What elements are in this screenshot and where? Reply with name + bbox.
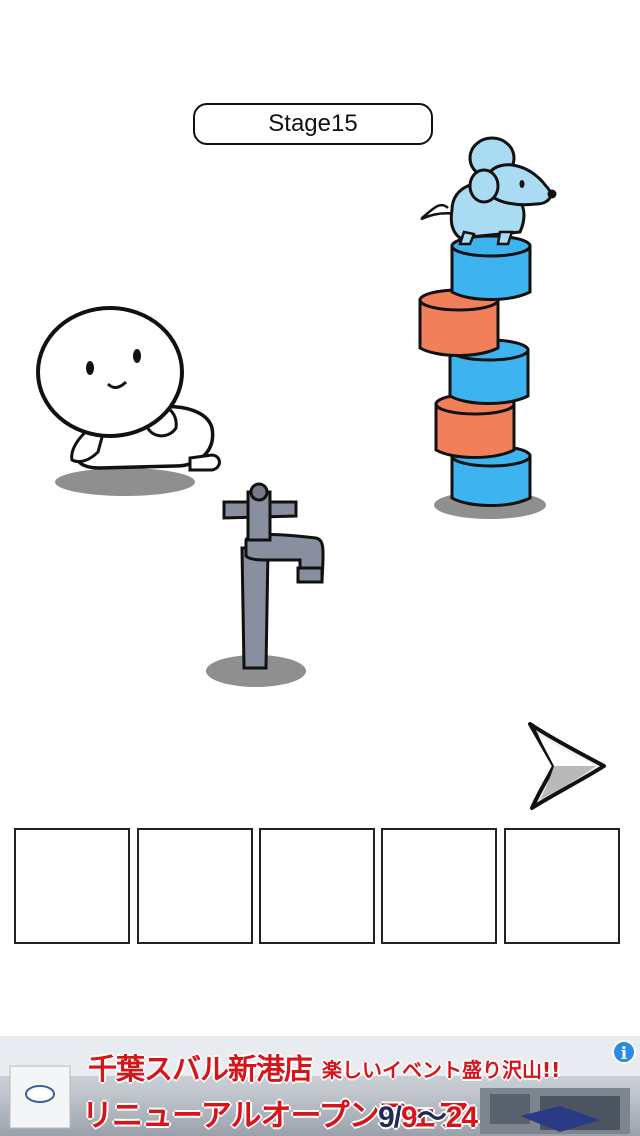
ghost-foot xyxy=(188,453,221,472)
ad-date-start: 9 xyxy=(401,1101,418,1134)
ad-info-icon[interactable]: i xyxy=(612,1040,636,1064)
mouse-character[interactable] xyxy=(420,136,557,246)
ad-banner[interactable]: 千葉スバル新港店 楽しいイベント盛り沢山!! リニューアルオープンフェア 9/9… xyxy=(0,1036,640,1136)
stacked-cups[interactable] xyxy=(418,234,546,519)
next-arrow-button[interactable] xyxy=(524,718,610,814)
ghost-eye-right xyxy=(133,349,141,363)
faucet-pipe xyxy=(240,546,270,670)
mouse-ear-front xyxy=(468,168,500,204)
mouse-nose xyxy=(547,189,557,199)
ad-headline-store: 千葉スバル新港店 xyxy=(88,1052,313,1086)
mouse-leg-front xyxy=(496,230,514,246)
brand-logo-icon xyxy=(25,1085,55,1103)
inventory-slot-3[interactable] xyxy=(259,828,375,944)
inventory-bar xyxy=(14,828,626,944)
faucet-tip xyxy=(296,566,324,584)
ad-date-range: 9/9〜24 xyxy=(378,1092,478,1136)
ad-date-end: 24 xyxy=(445,1101,478,1134)
water-faucet[interactable] xyxy=(206,482,325,687)
ad-headline-event: 楽しいイベント盛り沢山!! xyxy=(322,1058,561,1082)
ghost-eye-left xyxy=(86,361,94,375)
faucet-knob xyxy=(249,482,269,502)
ad-date-separator: 〜 xyxy=(416,1101,447,1134)
mouse-leg-back xyxy=(458,230,476,246)
ghost-head xyxy=(36,306,184,438)
chevron-right-icon xyxy=(528,722,606,810)
inventory-slot-1[interactable] xyxy=(14,828,130,944)
ghost-character[interactable] xyxy=(36,306,221,496)
mouse-eye xyxy=(519,180,525,188)
cup-blue-top[interactable] xyxy=(450,234,532,301)
inventory-slot-2[interactable] xyxy=(137,828,253,944)
ghost-shadow xyxy=(55,468,195,496)
ad-date-prefix: 9/ xyxy=(378,1101,402,1134)
inventory-slot-5[interactable] xyxy=(504,828,620,944)
inventory-slot-4[interactable] xyxy=(381,828,497,944)
